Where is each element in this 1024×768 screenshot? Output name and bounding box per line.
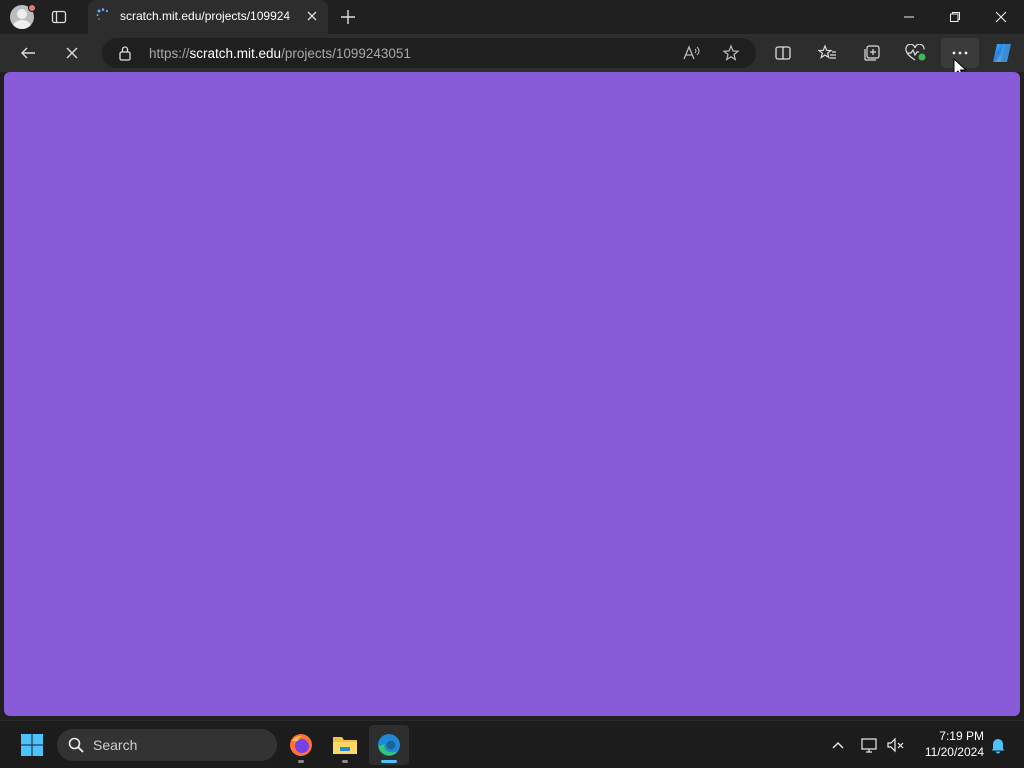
url-text[interactable]: https://scratch.mit.edu/projects/1099243… — [149, 46, 411, 61]
tab-close-icon[interactable] — [304, 8, 320, 24]
favorite-star-icon[interactable] — [722, 44, 740, 67]
stop-loading-icon[interactable] — [56, 38, 88, 68]
folder-icon — [333, 737, 357, 754]
profile-notification-dot — [28, 4, 36, 12]
taskbar-clock[interactable]: 7:19 PM 11/20/2024 — [912, 728, 984, 760]
minimize-icon[interactable] — [886, 0, 932, 34]
edge-icon — [378, 734, 400, 756]
tab-title: scratch.mit.edu/projects/1099243051 — [120, 9, 290, 23]
back-arrow-icon[interactable] — [12, 38, 44, 68]
taskbar-search-box[interactable]: Search — [57, 729, 277, 761]
new-tab-icon[interactable] — [338, 7, 358, 27]
taskbar-app-firefox[interactable] — [281, 725, 321, 765]
address-bar[interactable]: https://scratch.mit.edu/projects/1099243… — [102, 38, 756, 68]
collections-icon[interactable] — [856, 38, 888, 68]
clock-time: 7:19 PM — [939, 729, 984, 743]
split-screen-icon[interactable] — [767, 38, 799, 68]
loading-spinner-icon — [96, 8, 110, 22]
windows-taskbar: Search 7:19 PM 11/20/2024 — [0, 720, 1024, 768]
lock-icon[interactable] — [118, 45, 132, 66]
favorites-icon[interactable] — [811, 38, 843, 68]
notification-bell-icon[interactable] — [986, 733, 1010, 757]
browser-essentials-icon[interactable] — [900, 38, 932, 68]
close-window-icon[interactable] — [978, 0, 1024, 34]
network-display-icon[interactable] — [858, 733, 882, 757]
search-icon — [68, 737, 84, 758]
windows-logo-icon — [21, 734, 43, 756]
browser-toolbar: https://scratch.mit.edu/projects/1099243… — [0, 34, 1024, 79]
clock-date: 11/20/2024 — [924, 745, 984, 759]
volume-muted-icon[interactable] — [884, 733, 908, 757]
taskbar-app-file-explorer[interactable] — [325, 725, 365, 765]
page-content-area[interactable] — [4, 72, 1020, 716]
start-button[interactable] — [12, 725, 52, 765]
read-aloud-icon[interactable] — [682, 45, 700, 66]
search-label: Search — [93, 737, 138, 753]
restore-icon[interactable] — [932, 0, 978, 34]
show-hidden-icons-chevron-icon[interactable] — [826, 733, 850, 757]
more-dots-icon — [952, 51, 968, 55]
browser-tab-active[interactable]: scratch.mit.edu/projects/1099243051 — [88, 0, 328, 34]
taskbar-app-edge[interactable] — [369, 725, 409, 765]
firefox-icon — [290, 734, 312, 756]
tab-strip: scratch.mit.edu/projects/1099243051 — [0, 0, 1024, 34]
copilot-icon[interactable] — [986, 38, 1018, 68]
tab-actions-icon[interactable] — [50, 8, 68, 26]
